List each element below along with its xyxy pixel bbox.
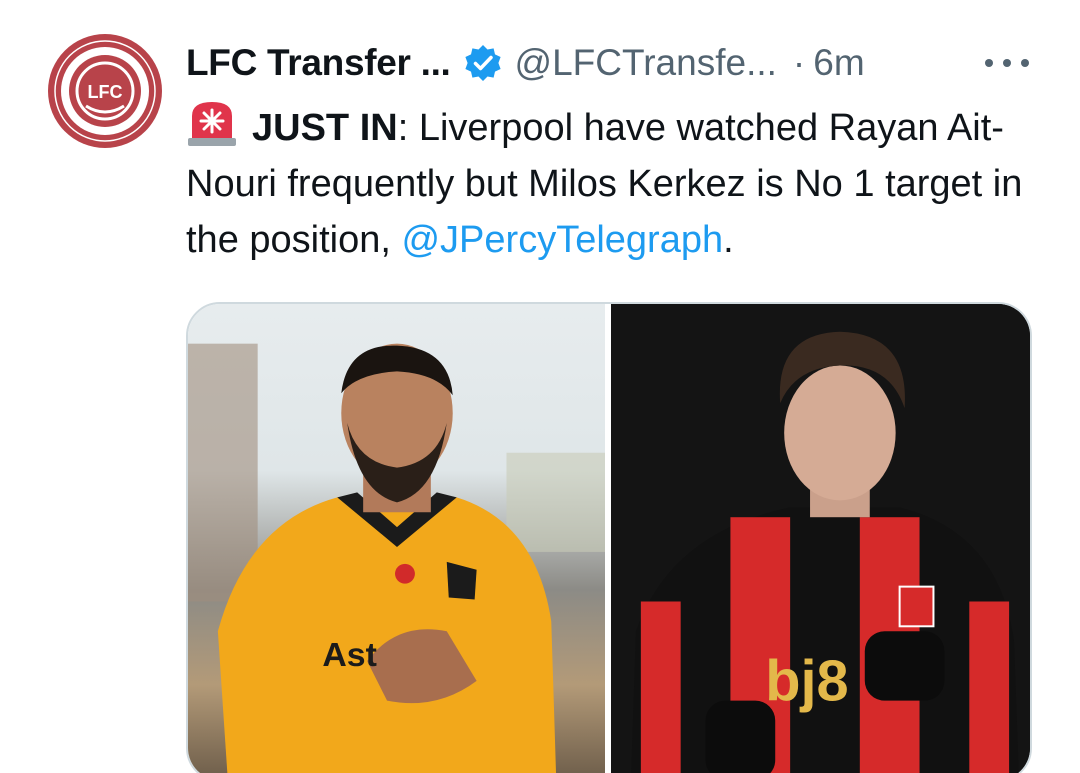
verified-badge-icon <box>463 43 503 83</box>
siren-icon <box>186 98 238 148</box>
media-photo-right[interactable]: bj8 <box>611 304 1030 773</box>
player-in-red-black-bournemouth-kit-photo: bj8 <box>611 304 1030 773</box>
avatar[interactable]: LFC <box>48 34 162 148</box>
right-shirt-text: bj8 <box>765 650 848 714</box>
body-end: . <box>723 219 734 261</box>
user-handle[interactable]: @LFCTransfe... <box>515 38 777 88</box>
tweet-header: LFC Transfer ... @LFCTransfe... · 6m <box>186 38 865 88</box>
tweet[interactable]: LFC LFC Transfer ... @LFCTransfe... · 6m <box>0 0 1080 773</box>
left-shirt-text: Ast <box>322 636 377 674</box>
player-in-gold-wolves-kit-photo: Ast <box>188 343 605 773</box>
timestamp[interactable]: 6m <box>813 38 864 88</box>
mention-link[interactable]: @JPercyTelegraph <box>401 219 723 261</box>
avatar-monogram: LFC <box>88 82 123 102</box>
media-photo-left[interactable]: Ast <box>188 304 605 773</box>
media-grid: Ast bj8 <box>186 302 1032 773</box>
display-name[interactable]: LFC Transfer ... <box>186 38 451 88</box>
lead-text: JUST IN <box>252 107 398 149</box>
tweet-text: JUST IN: Liverpool have watched Rayan Ai… <box>186 98 1056 268</box>
transfer-room-logo: LFC <box>50 36 160 146</box>
separator-dot: · <box>792 42 806 83</box>
lead-colon: : <box>397 107 409 149</box>
more-options-icon[interactable] <box>985 50 1029 76</box>
